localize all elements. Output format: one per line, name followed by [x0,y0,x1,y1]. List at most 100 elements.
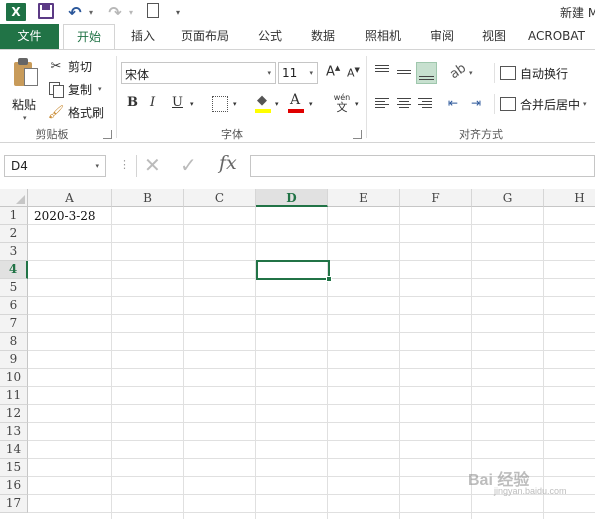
tab-home[interactable]: 开始 [63,24,115,49]
row-header-7[interactable]: 7 [0,315,28,333]
row-header-13[interactable]: 13 [0,423,28,441]
tab-file[interactable]: 文件 [0,24,59,49]
tab-insert[interactable]: 插入 [123,24,163,49]
save-icon[interactable] [38,3,54,19]
undo-icon[interactable]: ↶ [66,3,84,22]
redo-dropdown-icon[interactable]: ▾ [126,3,136,21]
column-header-b[interactable]: B [112,189,184,207]
cell-a1[interactable]: 2020-3-28 [34,208,96,225]
row-header-9[interactable]: 9 [0,351,28,369]
italic-button[interactable]: I [150,95,155,115]
column-header-h[interactable]: H [544,189,595,207]
column-header-f[interactable]: F [400,189,472,207]
row-header-8[interactable]: 8 [0,333,28,351]
row-header-3[interactable]: 3 [0,243,28,261]
paste-dropdown-icon[interactable]: ▾ [23,114,27,122]
name-box-dropdown-icon[interactable]: ▾ [95,162,99,170]
fill-handle[interactable] [326,276,332,282]
decrease-indent-icon[interactable]: ⇤ [448,96,458,110]
cancel-entry-icon[interactable]: ✕ [144,153,161,177]
align-middle-icon[interactable] [395,63,413,81]
row-header-4[interactable]: 4 [0,261,28,279]
font-color-icon[interactable]: A [288,92,304,113]
font-size-select[interactable]: 11 ▾ [278,62,318,84]
active-cell-border[interactable] [256,260,330,280]
phonetic-guide-icon[interactable]: wén 文 [332,93,352,113]
merge-dropdown-icon[interactable]: ▾ [583,100,587,108]
orientation-dropdown-icon[interactable]: ▾ [469,69,473,77]
column-header-e[interactable]: E [328,189,400,207]
grow-font-icon[interactable]: A▲ [326,64,340,79]
align-top-icon[interactable] [373,63,391,81]
underline-dropdown-icon[interactable]: ▾ [190,100,194,120]
undo-dropdown-icon[interactable]: ▾ [86,3,96,21]
insert-function-icon[interactable]: fx [219,152,237,174]
group-divider [116,56,117,138]
wrap-text-button[interactable]: 自动换行 [500,63,568,83]
row-header-16[interactable]: 16 [0,477,28,495]
phonetic-dropdown-icon[interactable]: ▾ [355,100,359,120]
font-color-letter: A [290,92,301,108]
fill-color-icon[interactable]: ◆ [255,93,273,113]
borders-icon[interactable] [212,96,228,112]
row-header-15[interactable]: 15 [0,459,28,477]
row-header-12[interactable]: 12 [0,405,28,423]
row-header-11[interactable]: 11 [0,387,28,405]
grid-column-line [183,207,184,519]
shrink-font-icon[interactable]: A▼ [347,66,360,80]
column-header-d[interactable]: D [256,189,328,207]
tab-photo-album[interactable]: 照相机 [355,24,411,49]
font-size-dropdown-icon[interactable]: ▾ [309,69,313,77]
font-name-select[interactable]: 宋体 ▾ [121,62,276,84]
copy-dropdown-icon[interactable]: ▾ [98,85,102,93]
orientation-icon[interactable]: ab [447,61,469,83]
name-box[interactable]: D4 ▾ [4,155,106,177]
column-header-g[interactable]: G [472,189,544,207]
row-header-14[interactable]: 14 [0,441,28,459]
tab-formulas[interactable]: 公式 [250,24,290,49]
borders-dropdown-icon[interactable]: ▾ [233,100,237,120]
confirm-entry-icon[interactable]: ✓ [180,153,197,177]
copy-button[interactable]: 复制 ▾ [48,79,102,99]
increase-indent-icon[interactable]: ⇥ [471,96,481,110]
row-header-6[interactable]: 6 [0,297,28,315]
align-right-icon[interactable] [416,94,434,112]
select-all-button[interactable] [0,189,28,207]
tab-view[interactable]: 视图 [474,24,514,49]
row-header-17[interactable]: 17 [0,495,28,513]
align-bottom-icon[interactable] [416,62,437,84]
font-color-dropdown-icon[interactable]: ▾ [309,100,313,120]
formula-bar-grip-icon[interactable]: ⋮ [119,158,130,171]
fill-color-dropdown-icon[interactable]: ▾ [275,100,279,120]
excel-logo-icon[interactable]: X [6,3,26,21]
cut-button[interactable]: ✂ 剪切 [48,56,92,76]
font-launcher-icon[interactable] [353,130,362,139]
column-header-a[interactable]: A [28,189,112,207]
row-header-2[interactable]: 2 [0,225,28,243]
tab-acrobat[interactable]: ACROBAT [528,24,595,49]
new-document-icon[interactable] [147,3,159,18]
column-header-c[interactable]: C [184,189,256,207]
tab-review[interactable]: 审阅 [420,24,464,49]
merge-center-button[interactable]: 合并后居中 ▾ [500,94,587,114]
formula-bar: D4 ▾ ⋮ ✕ ✓ fx [0,143,595,189]
customize-toolbar-icon[interactable]: ▾ [172,3,184,21]
align-left-icon[interactable] [373,94,391,112]
row-header-1[interactable]: 1 [0,207,28,225]
row-header-10[interactable]: 10 [0,369,28,387]
redo-icon[interactable]: ↷ [106,3,124,22]
row-header-5[interactable]: 5 [0,279,28,297]
font-name-dropdown-icon[interactable]: ▾ [267,69,271,77]
underline-button[interactable]: U [172,95,183,115]
tab-page-layout[interactable]: 页面布局 [172,24,238,49]
paste-button[interactable]: 粘贴 ▾ [8,56,44,122]
tab-data[interactable]: 数据 [303,24,343,49]
clipboard-launcher-icon[interactable] [103,130,112,139]
grid-row-line [28,296,595,297]
formula-input[interactable] [250,155,595,177]
bold-button[interactable]: B [127,95,138,115]
align-center-icon[interactable] [395,94,413,112]
scissors-icon: ✂ [50,58,62,74]
copy-label: 复制 [68,82,93,97]
format-painter-button[interactable]: 🖌 格式刷 [48,102,104,122]
